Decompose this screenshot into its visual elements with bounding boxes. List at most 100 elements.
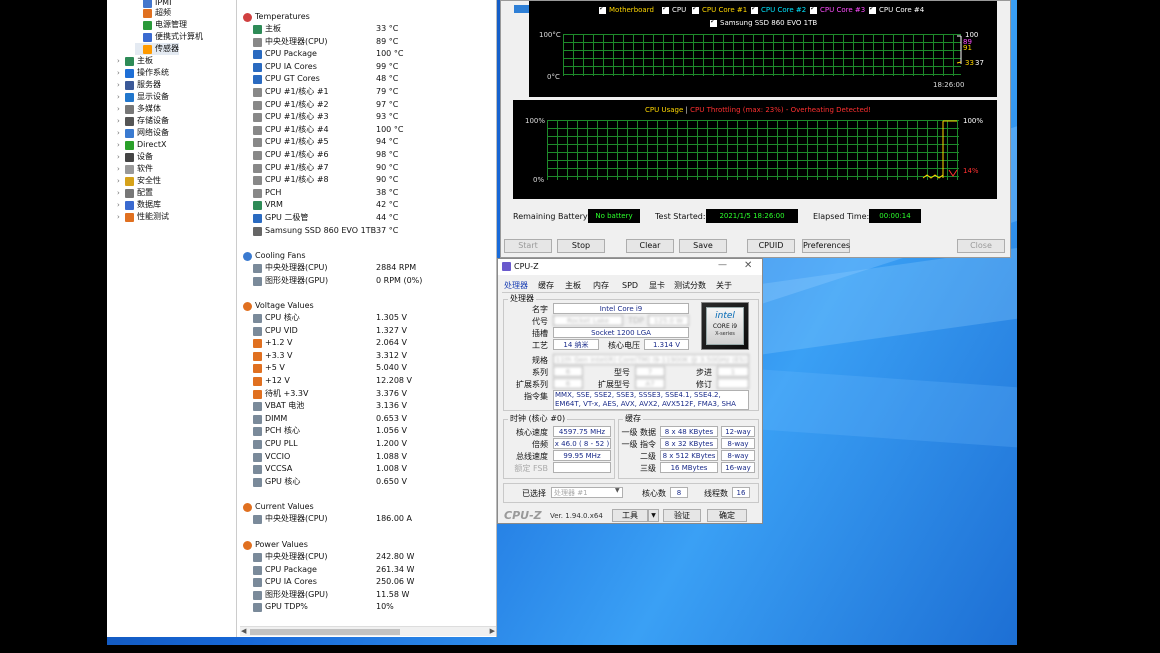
cpuz-tab[interactable]: 主板 [565,280,581,292]
tree-item[interactable]: › 安全性 [117,175,161,187]
sensor-row[interactable]: CPU #1/核心 #2 97 °C [240,99,494,111]
expand-chevron-icon[interactable]: › [117,103,125,115]
cpuz-tab[interactable]: 显卡 [649,280,665,292]
sensor-row[interactable]: VRM 42 °C [240,199,494,211]
tools-dropdown-icon[interactable]: ▼ [648,509,659,522]
minimize-icon[interactable]: — [718,260,727,270]
tree-item[interactable]: › 主板 [117,55,153,67]
sensor-row[interactable]: VCCSA 1.008 V [240,463,494,475]
tree-item[interactable]: 传感器 [135,43,179,55]
preferences-button[interactable]: Preferences [802,239,850,253]
legend-item[interactable]: Motherboard [599,4,654,14]
legend-checkbox[interactable] [810,4,817,14]
tree-item[interactable]: › 操作系统 [117,67,169,79]
scroll-right-icon[interactable]: ▶ [490,627,495,635]
cpuz-tab[interactable]: 缓存 [538,280,554,292]
expand-chevron-icon[interactable]: › [117,127,125,139]
sensor-row[interactable]: CPU #1/核心 #4 100 °C [240,124,494,136]
tree-item[interactable]: › 配置 [117,187,153,199]
tree-item[interactable]: › 数据库 [117,199,161,211]
sensor-row[interactable]: VBAT 电池 3.136 V [240,400,494,412]
legend-item[interactable]: CPU Core #3 [810,4,865,14]
expand-chevron-icon[interactable]: › [117,79,125,91]
sensor-row[interactable]: CPU #1/核心 #3 93 °C [240,111,494,123]
expand-chevron-icon[interactable]: › [117,151,125,163]
cpuz-tab[interactable]: 内存 [593,280,609,292]
expand-chevron-icon[interactable]: › [117,67,125,79]
sensor-row[interactable]: 中央处理器(CPU) 186.00 A [240,513,494,525]
tree-item[interactable]: 超频 [135,7,171,19]
legend-checkbox[interactable] [710,17,717,27]
legend-checkbox[interactable] [869,4,876,14]
sensor-row[interactable]: PCH 38 °C [240,187,494,199]
sensor-row[interactable]: CPU VID 1.327 V [240,325,494,337]
sensor-row[interactable]: 待机 +3.3V 3.376 V [240,388,494,400]
legend-item[interactable]: CPU Core #1 [692,4,747,14]
tree-item[interactable]: › 多媒体 [117,103,161,115]
cpuid-button[interactable]: CPUID [747,239,795,253]
cpuz-tab[interactable]: SPD [622,280,638,292]
close-icon[interactable]: ✕ [744,260,752,271]
sensor-row[interactable]: VCCIO 1.088 V [240,451,494,463]
legend-item[interactable]: Samsung SSD 860 EVO 1TB [710,17,817,27]
cpuz-tab[interactable]: 关于 [716,280,732,292]
sensor-row[interactable]: +5 V 5.040 V [240,362,494,374]
sensor-row[interactable]: CPU 核心 1.305 V [240,312,494,324]
legend-checkbox[interactable] [662,4,669,14]
sensor-row[interactable]: CPU #1/核心 #5 94 °C [240,136,494,148]
tree-item[interactable]: › 性能测试 [117,211,169,223]
cpuz-tab[interactable]: 处理器 [504,280,528,292]
sensor-row[interactable]: Samsung SSD 860 EVO 1TB 37 °C [240,225,494,237]
sensor-row[interactable]: PCH 核心 1.056 V [240,425,494,437]
legend-checkbox[interactable] [599,4,606,14]
validate-button[interactable]: 验证 [663,509,701,522]
sensor-row[interactable]: DIMM 0.653 V [240,413,494,425]
expand-chevron-icon[interactable]: › [117,91,125,103]
scroll-left-icon[interactable]: ◀ [241,627,246,635]
sensor-row[interactable]: GPU 二极管 44 °C [240,212,494,224]
ok-button[interactable]: 确定 [707,509,747,522]
start-button[interactable]: Start [504,239,552,253]
sensor-row[interactable]: 中央处理器(CPU) 89 °C [240,36,494,48]
sensor-row[interactable]: CPU GT Cores 48 °C [240,73,494,85]
close-button[interactable]: Close [957,239,1005,253]
legend-item[interactable]: CPU Core #4 [869,4,924,14]
expand-chevron-icon[interactable]: › [117,175,125,187]
tree-item[interactable]: › 网络设备 [117,127,169,139]
tools-button[interactable]: 工具 [612,509,648,522]
expand-chevron-icon[interactable]: › [117,163,125,175]
cpuz-tab[interactable]: 测试分数 [674,280,706,292]
tree-item[interactable]: › 显示设备 [117,91,169,103]
sensor-row[interactable]: 主板 33 °C [240,23,494,35]
tree-item[interactable]: 电源管理 [135,19,187,31]
expand-chevron-icon[interactable]: › [117,187,125,199]
expand-chevron-icon[interactable]: › [117,139,125,151]
sensor-row[interactable]: GPU 核心 0.650 V [240,476,494,488]
sensor-row[interactable]: CPU PLL 1.200 V [240,438,494,450]
sensor-row[interactable]: 中央处理器(CPU) 2884 RPM [240,262,494,274]
sensor-row[interactable]: CPU IA Cores 250.06 W [240,576,494,588]
sensor-row[interactable]: CPU #1/核心 #7 90 °C [240,162,494,174]
processor-select[interactable]: 处理器 #1 [551,487,623,498]
tree-item[interactable]: › 软件 [117,163,153,175]
sensor-row[interactable]: +3.3 V 3.312 V [240,350,494,362]
sensor-row[interactable]: +12 V 12.208 V [240,375,494,387]
sensor-row[interactable]: CPU #1/核心 #6 98 °C [240,149,494,161]
expand-chevron-icon[interactable]: › [117,199,125,211]
sensor-row[interactable]: CPU #1/核心 #8 90 °C [240,174,494,186]
legend-item[interactable]: CPU Core #2 [751,4,806,14]
tree-item[interactable]: › 存储设备 [117,115,169,127]
save-button[interactable]: Save [679,239,727,253]
stop-button[interactable]: Stop [557,239,605,253]
sensor-row[interactable]: 中央处理器(CPU) 242.80 W [240,551,494,563]
tree-item[interactable]: 便携式计算机 [135,31,203,43]
expand-chevron-icon[interactable]: › [117,115,125,127]
sensor-row[interactable]: CPU #1/核心 #1 79 °C [240,86,494,98]
scroll-thumb[interactable] [250,629,400,635]
sensor-row[interactable]: 图形处理器(GPU) 0 RPM (0%) [240,275,494,287]
tree-item[interactable]: › DirectX [117,139,166,151]
select-chevron-down-icon[interactable]: ▼ [615,487,620,494]
clear-button[interactable]: Clear [626,239,674,253]
expand-chevron-icon[interactable]: › [117,55,125,67]
horizontal-scrollbar[interactable]: ◀ ▶ [240,626,496,636]
